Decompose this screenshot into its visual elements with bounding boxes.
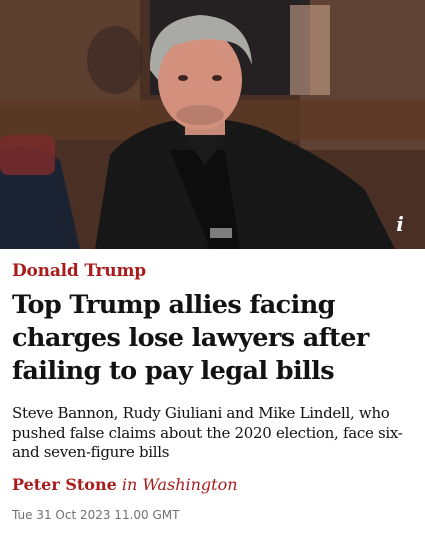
author-link[interactable]: Peter Stone (12, 475, 117, 494)
byline: Peter Stone in Washington (12, 475, 413, 494)
publish-date: Tue 31 Oct 2023 11.00 GMT (12, 507, 180, 522)
article-standfirst: Steve Bannon, Rudy Giuliani and Mike Lin… (12, 404, 403, 461)
hero-photo (0, 0, 425, 249)
info-icon[interactable]: i (385, 209, 415, 239)
byline-location: in Washington (121, 474, 238, 494)
article-headline: Top Trump allies facing charges lose law… (12, 290, 369, 386)
section-kicker[interactable]: Donald Trump (12, 261, 413, 281)
article-header: Donald Trump Top Trump allies facing cha… (0, 249, 425, 522)
hero-image[interactable]: i (0, 0, 425, 249)
